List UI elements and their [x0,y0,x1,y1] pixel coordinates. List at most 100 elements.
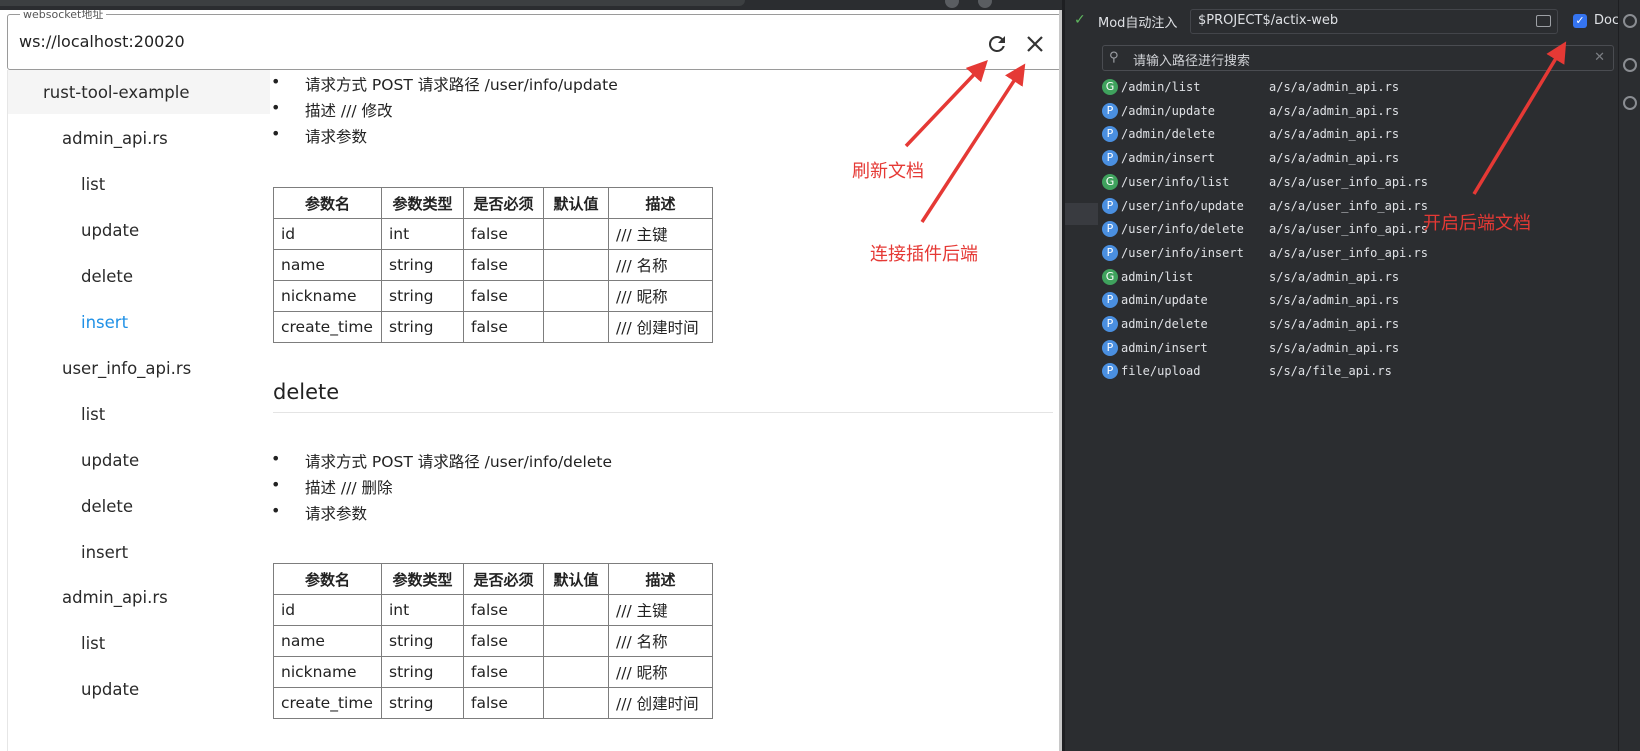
cell: /// 创建时间 [608,687,713,719]
sidebar-item-update[interactable]: update [81,221,139,240]
api-list-item[interactable]: Padmin/insert s/s/a/admin_api.rs [1102,339,1614,359]
sidebar-item-root[interactable]: rust-tool-example [43,83,189,102]
cell: name [273,249,382,281]
api-path: /user/info/list [1121,174,1230,189]
api-file: s/s/a/admin_api.rs [1269,293,1400,308]
table-row: nickname string false /// 昵称 [273,280,713,312]
toolbar-icon[interactable] [1623,58,1637,72]
refresh-icon[interactable] [985,32,1009,56]
api-search-input[interactable]: ⚲ 请输入路径进行搜索 ✕ [1102,45,1614,71]
api-list-item[interactable]: G/admin/list a/s/a/admin_api.rs [1102,78,1614,98]
sidebar-item-insert[interactable]: insert [81,543,128,562]
sidebar-item-delete[interactable]: delete [81,497,133,516]
doc-web-panel: websocket地址 ws://localhost:20020 rust-to… [0,10,1062,751]
search-placeholder[interactable]: 请输入路径进行搜索 [1133,50,1250,69]
table-row: nickname string false /// 昵称 [273,656,713,688]
check-icon: ✓ [1074,12,1086,28]
method-badge-icon: P [1102,316,1118,332]
cell: false [463,687,544,719]
api-list-item[interactable]: G/user/info/list a/s/a/user_info_api.rs [1102,173,1614,193]
cell: /// 昵称 [608,280,713,312]
method-badge-icon: G [1102,173,1118,190]
cell: false [463,625,544,657]
websocket-legend: websocket地址 [20,10,107,22]
column-header: 参数名 [273,563,382,595]
websocket-address-field[interactable]: websocket地址 ws://localhost:20020 [7,10,1059,70]
api-list-item[interactable]: Pfile/upload s/s/a/file_api.rs [1102,362,1614,382]
table-row: id int false /// 主键 [273,218,713,250]
method-badge-icon: P [1102,126,1118,143]
column-header: 默认值 [543,563,609,595]
sidebar-group-admin-api[interactable]: admin_api.rs [62,129,168,148]
request-params-line: 请求参数 [271,124,367,147]
sidebar-item-update[interactable]: update [81,680,139,699]
cell: id [273,594,382,626]
api-list-item[interactable]: P/admin/delete a/s/a/admin_api.rs [1102,125,1614,145]
method-badge-icon: P [1102,244,1118,261]
doc-checkbox-label[interactable]: Doc [1594,13,1619,28]
column-header: 描述 [608,563,713,595]
api-list-item[interactable]: P/user/info/insert a/s/a/user_info_api.rs [1102,244,1614,264]
toolbar-icon[interactable] [1623,14,1637,28]
clear-icon[interactable]: ✕ [1594,50,1605,65]
sidebar-item-list[interactable]: list [81,405,105,424]
column-header: 描述 [608,187,713,219]
cell: false [463,218,544,250]
cell: /// 名称 [608,249,713,281]
ide-plugin-panel: Mod自动注入 $PROJECT$/actix-web ✓ Doc ⚲ 请输入路… [1098,0,1619,751]
cell: nickname [273,656,382,688]
close-icon[interactable] [1023,32,1047,56]
websocket-url[interactable]: ws://localhost:20020 [19,32,185,51]
api-file: a/s/a/user_info_api.rs [1269,245,1428,260]
toolbar-icon[interactable] [1623,96,1637,110]
description-line: 描述 /// 修改 [271,98,392,121]
doc-checkbox[interactable]: ✓ [1573,14,1587,28]
cell: false [463,594,544,626]
annotation-refresh-doc: 刷新文档 [852,161,924,182]
project-path-value[interactable]: $PROJECT$/actix-web [1198,13,1338,28]
cell: string [381,249,464,281]
sidebar-item-delete[interactable]: delete [81,267,133,286]
sidebar-item-list[interactable]: list [81,634,105,653]
project-path-field[interactable]: $PROJECT$/actix-web [1190,9,1558,34]
api-list-item[interactable]: Padmin/update s/s/a/admin_api.rs [1102,291,1614,311]
api-list-item[interactable]: P/user/info/delete a/s/a/user_info_api.rs [1102,220,1614,240]
api-file: a/s/a/user_info_api.rs [1269,222,1428,237]
cell: name [273,625,382,657]
doc-content: 请求方式 POST 请求路径 /user/info/update 描述 /// … [271,70,1058,751]
api-list-item[interactable]: Gadmin/list s/s/a/admin_api.rs [1102,268,1614,288]
api-path: admin/update [1121,293,1208,308]
method-badge-icon: P [1102,221,1118,238]
api-file: a/s/a/admin_api.rs [1269,127,1400,142]
cell: int [381,218,464,250]
cell: /// 昵称 [608,656,713,688]
column-header: 参数类型 [381,563,464,595]
table-row: name string false /// 名称 [273,249,713,281]
cell [543,249,609,281]
api-path: admin/list [1121,269,1194,284]
search-icon: ⚲ [1109,50,1119,65]
table-row: name string false /// 名称 [273,625,713,657]
folder-icon[interactable] [1536,15,1551,27]
cell [543,687,609,719]
cell: /// 主键 [608,594,713,626]
sidebar-group-admin-api[interactable]: admin_api.rs [62,588,168,607]
sidebar-item-update[interactable]: update [81,451,139,470]
background-window-strip [0,0,1062,10]
api-path: /admin/list [1121,80,1201,94]
api-list-item[interactable]: P/admin/insert a/s/a/admin_api.rs [1102,149,1614,169]
request-params-line: 请求参数 [271,501,367,524]
sidebar-group-user-info-api[interactable]: user_info_api.rs [62,359,191,378]
api-list-item[interactable]: P/user/info/update a/s/a/user_info_api.rs [1102,197,1614,217]
cell [543,625,609,657]
sidebar-item-list[interactable]: list [81,175,105,194]
cell: create_time [273,311,382,343]
api-list-item[interactable]: P/admin/update a/s/a/admin_api.rs [1102,102,1614,122]
api-list-item[interactable]: Padmin/delete s/s/a/admin_api.rs [1102,315,1614,335]
column-header: 参数类型 [381,187,464,219]
request-method-line: 请求方式 POST 请求路径 /user/info/update [271,72,618,95]
sidebar-item-insert-active[interactable]: insert [81,313,128,332]
ide-gutter: ✓ [1065,0,1098,751]
gutter-selection [1065,203,1098,225]
window-control-icon [945,0,959,8]
